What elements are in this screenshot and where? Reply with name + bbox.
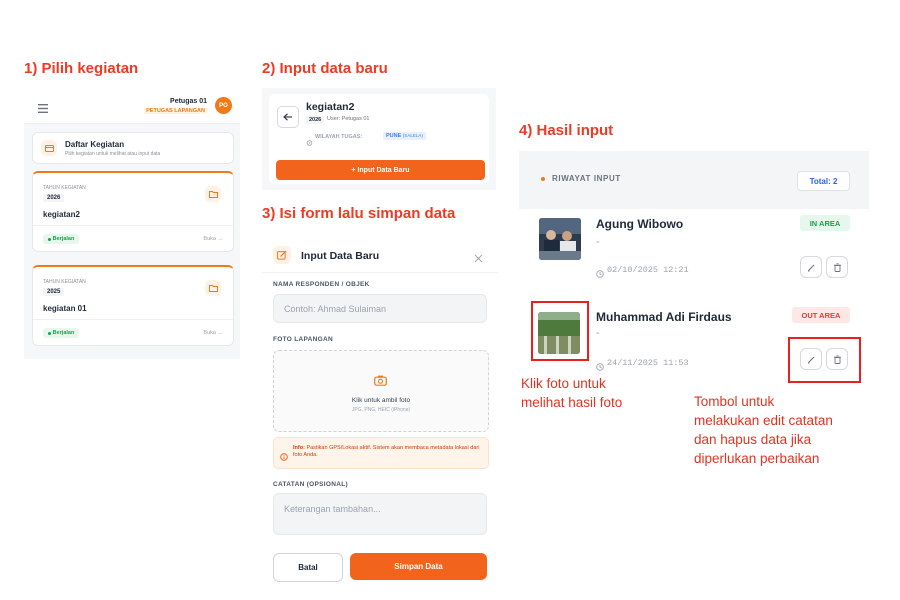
photo-formats: JPG, PNG, HEIC (iPhone)	[351, 407, 411, 413]
notes-label: CATATAN (OPSIONAL)	[273, 481, 348, 488]
location-pin-icon	[306, 134, 313, 146]
delete-button[interactable]	[826, 256, 848, 278]
entry-datetime: 24/11/2025 11:53	[607, 358, 689, 368]
divider	[262, 272, 498, 273]
activity-detail-panel: kegiatan2 2026 User: Petugas 01 WILAYAH …	[262, 88, 496, 190]
divider	[33, 319, 233, 320]
notes-textarea[interactable]: Keterangan tambahan...	[273, 493, 487, 535]
entry-photo-thumbnail[interactable]	[539, 218, 581, 260]
area-label: WILAYAH TUGAS:	[315, 134, 363, 140]
respondent-label: NAMA RESPONDEN / OBJEK	[273, 281, 370, 288]
status-badge: Berjalan	[43, 328, 79, 338]
photo-highlight-box	[531, 301, 589, 361]
user-label: User: Petugas 01	[327, 116, 370, 122]
camera-icon	[374, 373, 387, 391]
entry-name: Muhammad Adi Firdaus	[596, 310, 732, 324]
respondent-input[interactable]: Contoh: Ahmad Sulaiman	[273, 294, 487, 323]
save-button[interactable]: Simpan Data	[350, 553, 487, 580]
status-badge: IN AREA	[800, 215, 850, 231]
edit-button[interactable]	[800, 256, 822, 278]
history-header: RIWAYAT INPUT Total: 2	[519, 151, 869, 209]
history-title: RIWAYAT INPUT	[552, 174, 621, 183]
avatar[interactable]: PO	[215, 97, 232, 114]
pencil-icon	[807, 264, 814, 271]
year-badge: 2026	[43, 194, 65, 202]
year-label: TAHUN KEGIATAN	[43, 279, 86, 285]
close-icon[interactable]	[474, 250, 483, 268]
entry-name: Agung Wibowo	[596, 217, 684, 231]
buttons-note: Tombol untuk melakukan edit catatan dan …	[694, 394, 833, 466]
folder-icon	[205, 280, 221, 296]
open-link[interactable]: Buka →	[203, 330, 223, 336]
activity-list-panel: Petugas 01 PETUGAS LAPANGAN PO Daftar Ke…	[24, 87, 240, 359]
total-badge: Total: 2	[797, 171, 850, 191]
divider	[33, 225, 233, 226]
edit-icon	[273, 246, 291, 264]
photo-upload-area[interactable]: Klik untuk ambil foto JPG, PNG, HEIC (iP…	[273, 350, 489, 432]
list-header-card: Daftar Kegiatan Pilih kegiatan untuk mel…	[32, 132, 234, 164]
step-3-title: 3) Isi form lalu simpan data	[262, 205, 456, 222]
info-text: Info: Pastikan GPS/Lokasi aktif. Sistem …	[293, 445, 480, 458]
info-icon	[280, 448, 288, 466]
photo-cta: Klik untuk ambil foto	[351, 397, 411, 404]
entry-datetime: 02/10/2025 12:21	[607, 265, 689, 275]
modal-title: Input Data Baru	[301, 250, 380, 262]
input-form-modal: Input Data Baru NAMA RESPONDEN / OBJEK C…	[262, 232, 498, 592]
user-role: PETUGAS LAPANGAN	[144, 108, 207, 114]
year-badge: 2026	[306, 116, 325, 124]
user-name: Petugas 01	[170, 98, 207, 105]
folder-icon	[41, 140, 57, 156]
activity-name: kegiatan2	[43, 210, 80, 219]
folder-icon	[205, 186, 221, 202]
activity-card-2[interactable]: TAHUN KEGIATAN 2025 kegiatan 01 Berjalan…	[32, 265, 234, 346]
status-badge: OUT AREA	[792, 307, 850, 323]
year-badge: 2025	[43, 288, 65, 296]
clock-icon	[596, 265, 604, 283]
photo-note: Klik foto untuk melihat hasil foto	[521, 376, 623, 410]
list-title: Daftar Kegiatan	[65, 140, 125, 149]
area-value-badge: PUNE (SALELA)	[383, 132, 426, 140]
photo-label: FOTO LAPANGAN	[273, 336, 333, 343]
trash-icon	[833, 262, 841, 272]
status-badge: Berjalan	[43, 234, 79, 244]
step-1-title: 1) Pilih kegiatan	[24, 60, 139, 77]
cancel-button[interactable]: Batal	[273, 553, 343, 582]
step-4-title: 4) Hasil input	[519, 122, 614, 139]
top-bar: Petugas 01 PETUGAS LAPANGAN PO	[24, 87, 240, 124]
entry-dash: -	[596, 327, 600, 339]
open-link[interactable]: Buka →	[203, 236, 223, 242]
buttons-highlight-box	[788, 337, 861, 383]
year-label: TAHUN KEGIATAN	[43, 185, 86, 191]
list-subtitle: Pilih kegiatan untuk melihat atau input …	[65, 151, 161, 157]
step-2-title: 2) Input data baru	[262, 60, 388, 77]
activity-card-1[interactable]: TAHUN KEGIATAN 2026 kegiatan2 Berjalan B…	[32, 171, 234, 252]
activity-name: kegiatan 01	[43, 304, 87, 313]
activity-detail-card: kegiatan2 2026 User: Petugas 01 WILAYAH …	[269, 94, 489, 184]
input-new-data-button[interactable]: + Input Data Baru	[276, 160, 485, 180]
back-arrow-icon[interactable]	[277, 106, 299, 128]
info-box: Info: Pastikan GPS/Lokasi aktif. Sistem …	[273, 437, 489, 469]
activity-title: kegiatan2	[306, 101, 355, 113]
header-dot	[541, 177, 545, 181]
menu-icon[interactable]	[38, 100, 48, 118]
entry-dash: -	[596, 236, 600, 248]
